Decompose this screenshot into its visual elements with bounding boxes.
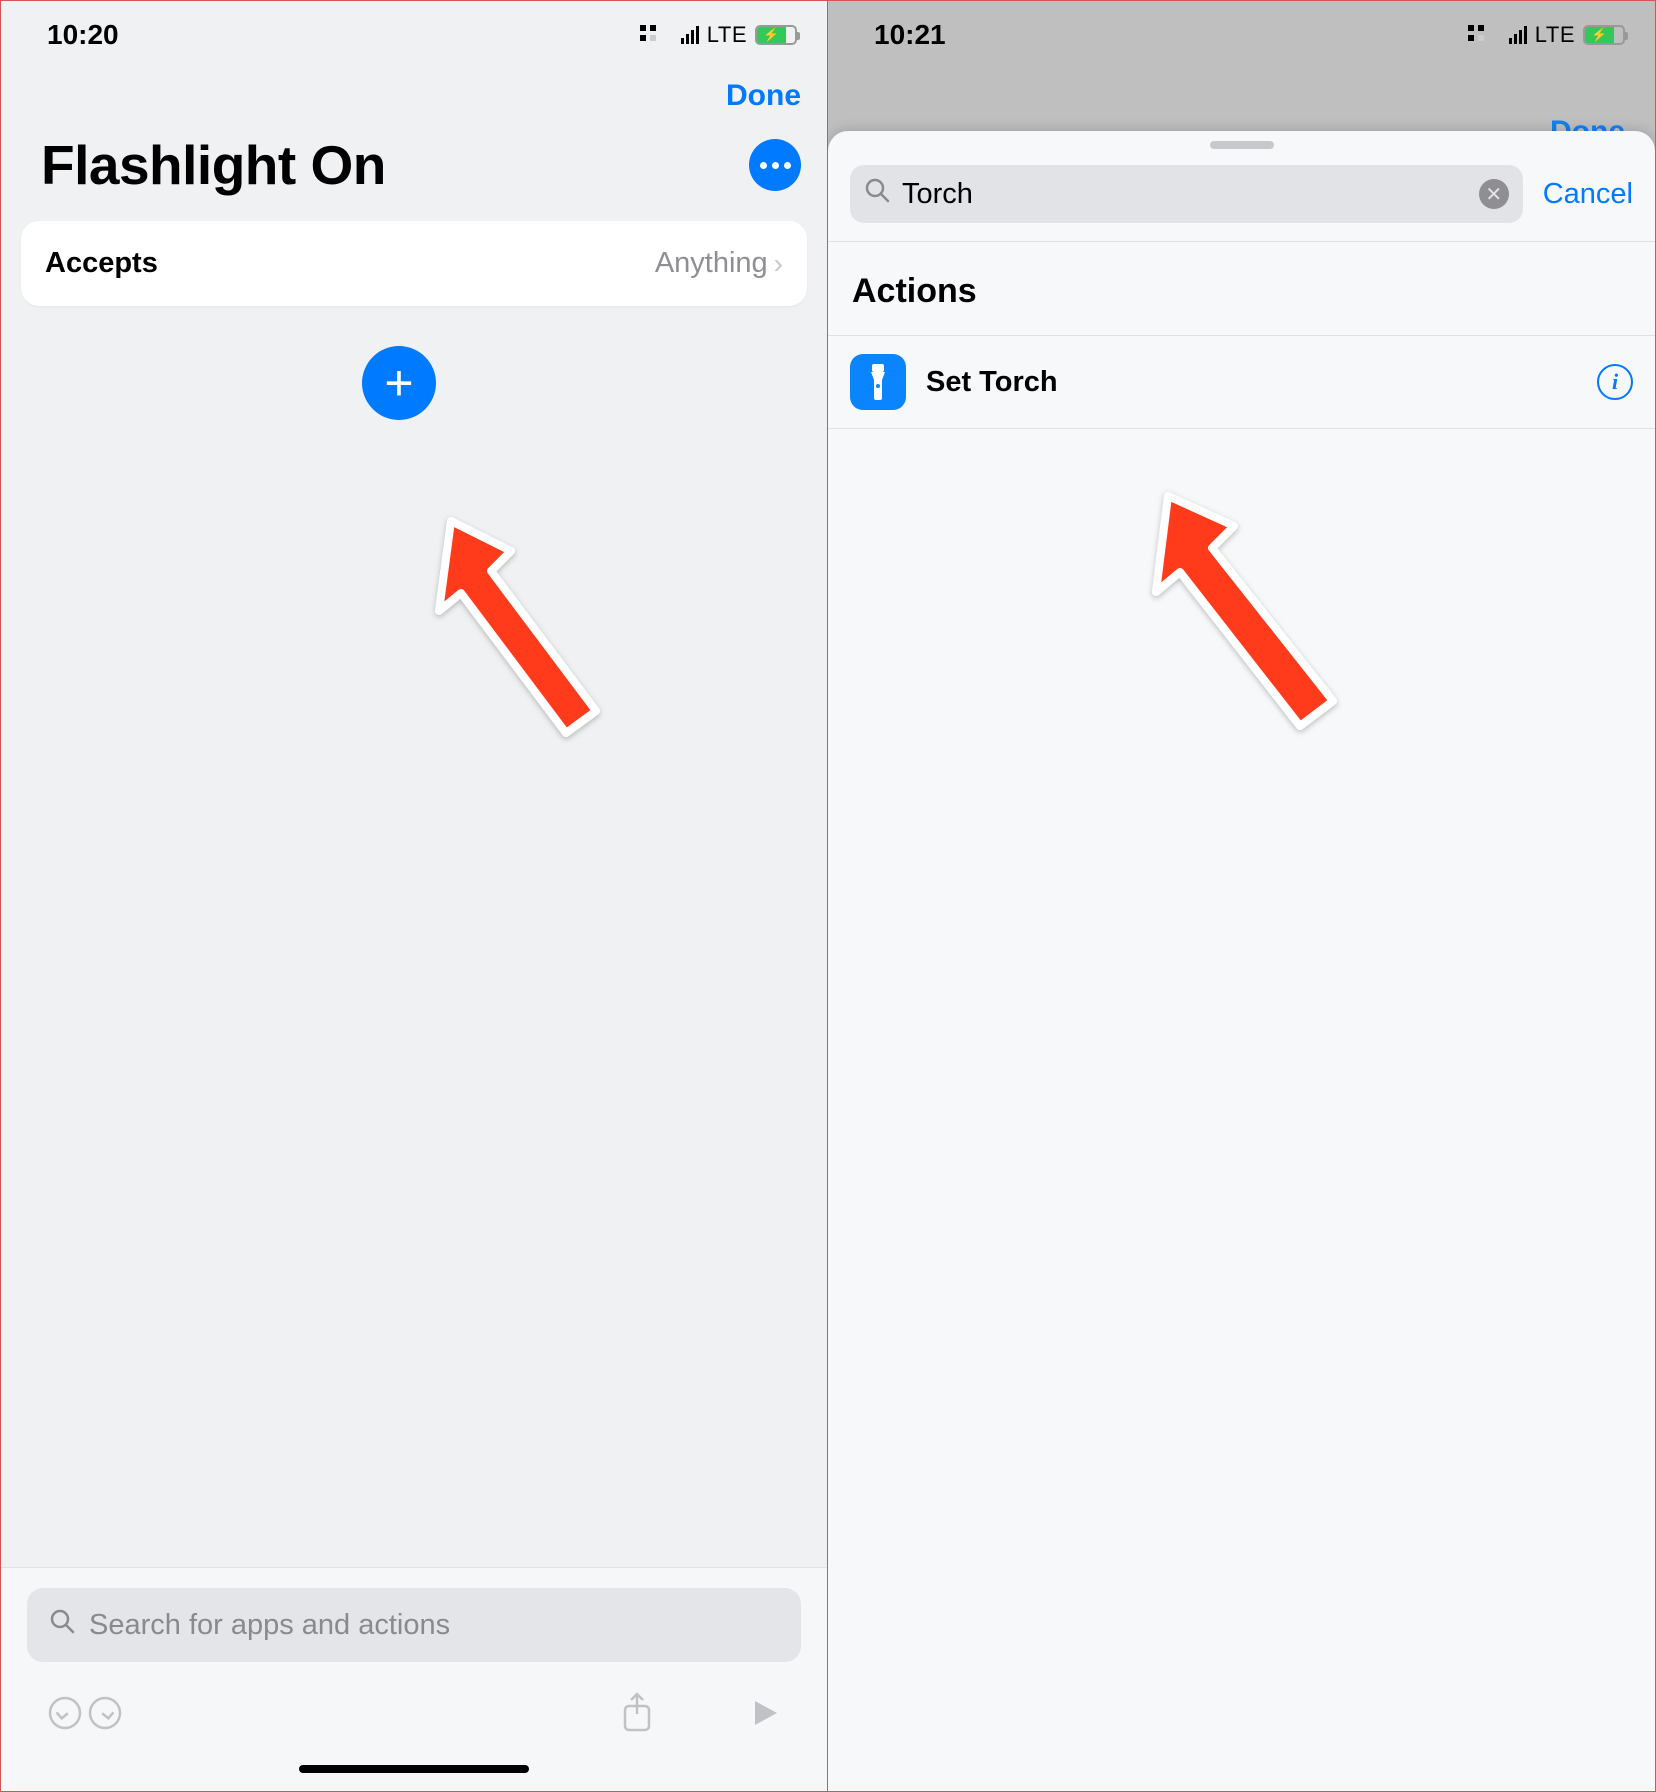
- action-set-torch[interactable]: Set Torch i: [828, 335, 1655, 429]
- battery-icon: ⚡: [1583, 25, 1625, 45]
- search-field[interactable]: ✕: [850, 165, 1523, 223]
- search-placeholder: Search for apps and actions: [89, 1609, 450, 1642]
- network-label: LTE: [707, 22, 747, 48]
- status-indicators: LTE ⚡: [640, 22, 797, 48]
- page-title: Flashlight On: [41, 133, 386, 197]
- status-time: 10:21: [874, 19, 946, 51]
- sheet-grabber[interactable]: [1210, 141, 1274, 149]
- accepts-label: Accepts: [45, 247, 158, 280]
- bottom-panel: Search for apps and actions: [1, 1567, 827, 1791]
- share-button[interactable]: [617, 1690, 657, 1741]
- chevron-right-icon: ›: [774, 248, 783, 280]
- signal-sim-icon: [640, 25, 670, 45]
- status-indicators: LTE ⚡: [1468, 22, 1625, 48]
- title-row: Flashlight On: [1, 123, 827, 221]
- status-time: 10:20: [47, 19, 119, 51]
- run-button[interactable]: [747, 1695, 783, 1736]
- add-action-button[interactable]: +: [362, 346, 436, 420]
- search-bar[interactable]: Search for apps and actions: [27, 1588, 801, 1662]
- plus-icon: +: [384, 354, 413, 412]
- status-bar: 10:20 LTE ⚡: [1, 1, 827, 61]
- redo-button[interactable]: [85, 1693, 125, 1738]
- home-indicator: [299, 1765, 529, 1773]
- more-button[interactable]: [749, 139, 801, 191]
- battery-icon: ⚡: [755, 25, 797, 45]
- annotation-arrow-icon: [1138, 476, 1368, 746]
- signal-bars-icon: [1509, 26, 1527, 44]
- signal-sim-icon: [1468, 25, 1498, 45]
- accepts-row[interactable]: Accepts Anything ›: [21, 221, 807, 306]
- undo-button[interactable]: [45, 1693, 85, 1738]
- search-sheet: ✕ Cancel Actions Set Torch i: [828, 131, 1655, 1791]
- accepts-value-text: Anything: [655, 247, 768, 280]
- toolbar: [27, 1662, 801, 1751]
- status-bar: 10:21 LTE ⚡: [828, 1, 1655, 61]
- ellipsis-icon: [760, 162, 791, 169]
- actions-section-title: Actions: [828, 242, 1655, 335]
- annotation-arrow-icon: [421, 501, 631, 751]
- clear-search-button[interactable]: ✕: [1479, 179, 1509, 209]
- flashlight-icon: [850, 354, 906, 410]
- sheet-search-row: ✕ Cancel: [828, 159, 1655, 241]
- magnifying-glass-icon: [49, 1608, 75, 1642]
- screenshot-left: 10:20 LTE ⚡ Done Flashlight On Accepts A…: [1, 1, 828, 1791]
- x-icon: ✕: [1485, 182, 1502, 207]
- info-icon: i: [1612, 369, 1618, 395]
- done-button[interactable]: Done: [726, 79, 801, 113]
- search-input[interactable]: [902, 178, 1467, 211]
- nav-bar: Done: [1, 61, 827, 123]
- magnifying-glass-icon: [864, 177, 890, 211]
- cancel-button[interactable]: Cancel: [1543, 178, 1633, 211]
- signal-bars-icon: [681, 26, 699, 44]
- screenshot-right: 10:21 LTE ⚡ Done ✕ Cancel Actions: [828, 1, 1655, 1791]
- action-label: Set Torch: [926, 366, 1577, 399]
- info-button[interactable]: i: [1597, 364, 1633, 400]
- network-label: LTE: [1535, 22, 1575, 48]
- accepts-value: Anything ›: [655, 247, 783, 280]
